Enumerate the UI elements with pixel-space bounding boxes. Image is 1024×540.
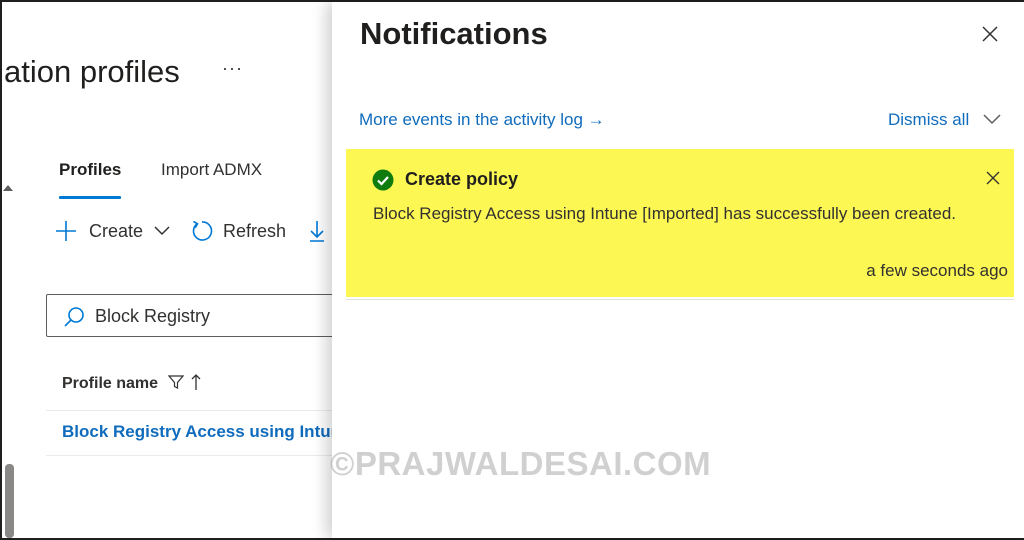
refresh-button[interactable]: Refresh bbox=[190, 216, 286, 246]
row-divider bbox=[46, 455, 332, 456]
column-header-label: Profile name bbox=[62, 375, 159, 392]
chevron-down-icon bbox=[154, 226, 170, 236]
filter-icon[interactable] bbox=[167, 374, 185, 395]
expand-chevron-icon[interactable] bbox=[982, 112, 1002, 131]
close-panel-button[interactable] bbox=[980, 24, 1000, 44]
panel-title: Notifications bbox=[360, 16, 548, 51]
search-input[interactable]: Block Registry bbox=[46, 294, 332, 337]
notification-message: Block Registry Access using Intune [Impo… bbox=[373, 204, 957, 223]
search-value: Block Registry bbox=[95, 306, 211, 326]
activity-log-link[interactable]: More events in the activity log → bbox=[359, 110, 605, 130]
success-icon bbox=[372, 169, 394, 196]
refresh-label: Refresh bbox=[223, 220, 287, 241]
more-options-button[interactable]: ··· bbox=[222, 58, 243, 79]
notification-item[interactable]: Create policy Block Registry Access usin… bbox=[346, 149, 1014, 297]
notification-divider bbox=[346, 299, 1014, 300]
notification-timestamp: a few seconds ago bbox=[866, 261, 1008, 280]
refresh-icon bbox=[190, 219, 214, 243]
download-icon bbox=[308, 219, 326, 243]
header-divider bbox=[46, 410, 332, 411]
create-label: Create bbox=[89, 220, 144, 241]
page-title: ation profiles bbox=[4, 54, 180, 89]
background-page: ation profiles ··· Profiles Import ADMX … bbox=[2, 2, 332, 538]
table-row-link[interactable]: Block Registry Access using Intune bbox=[62, 422, 332, 442]
close-icon bbox=[986, 171, 1000, 189]
dismiss-notification-button[interactable] bbox=[986, 171, 1000, 190]
sort-ascending-icon[interactable] bbox=[190, 373, 202, 396]
dismiss-all-button[interactable]: Dismiss all bbox=[888, 110, 969, 130]
create-button[interactable]: Create bbox=[54, 216, 170, 246]
close-icon bbox=[980, 26, 1000, 48]
scroll-up-arrow-icon[interactable] bbox=[3, 185, 13, 191]
export-button[interactable] bbox=[308, 216, 326, 246]
search-icon bbox=[63, 306, 85, 333]
scrollbar-thumb[interactable] bbox=[5, 464, 14, 538]
notifications-panel: Notifications More events in the activit… bbox=[332, 2, 1024, 538]
tab-profiles[interactable]: Profiles bbox=[59, 160, 122, 200]
column-header-profile-name[interactable]: Profile name bbox=[62, 372, 202, 396]
notification-title: Create policy bbox=[405, 169, 519, 189]
plus-icon bbox=[54, 219, 78, 243]
tab-import-admx[interactable]: Import ADMX bbox=[161, 160, 262, 200]
